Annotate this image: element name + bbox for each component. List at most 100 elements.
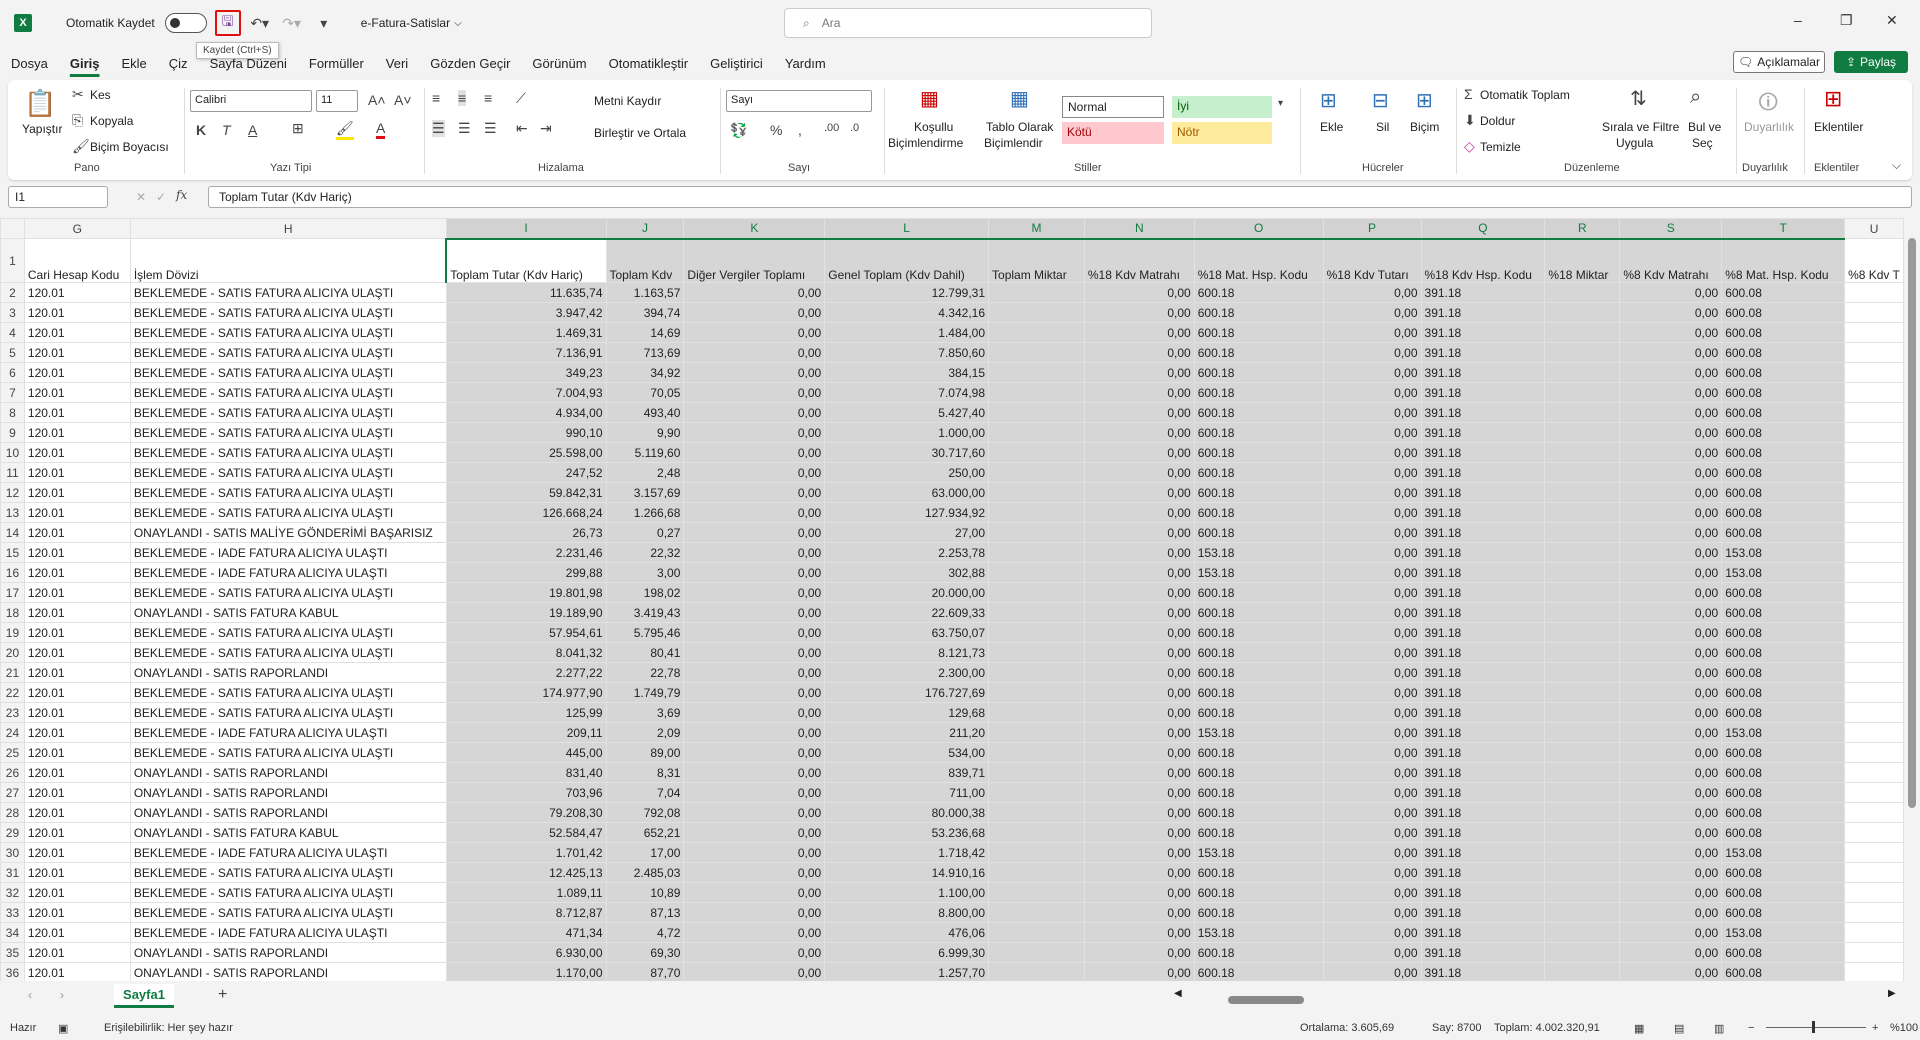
cell[interactable]: 391.18 bbox=[1420, 842, 1546, 863]
cell[interactable]: 0,00 bbox=[1083, 722, 1195, 743]
cell[interactable]: 0,00 bbox=[1083, 822, 1195, 843]
zoom-out-icon[interactable]: − bbox=[1748, 1022, 1754, 1034]
column-header[interactable]: O bbox=[1193, 218, 1324, 240]
cell[interactable]: 25.598,00 bbox=[445, 442, 607, 463]
cell[interactable] bbox=[1844, 382, 1904, 403]
cell[interactable]: 0,00 bbox=[1083, 502, 1195, 523]
cell[interactable]: 600.18 bbox=[1193, 942, 1324, 963]
cell[interactable]: 600.18 bbox=[1193, 362, 1324, 383]
cell[interactable]: 0,00 bbox=[683, 942, 826, 963]
format-as-table-label-2[interactable]: Biçimlendir bbox=[984, 136, 1043, 150]
cell[interactable] bbox=[1544, 602, 1621, 623]
cell[interactable] bbox=[1844, 862, 1904, 883]
cell[interactable]: 0,00 bbox=[1083, 582, 1195, 603]
insert-function-icon[interactable]: fx bbox=[176, 188, 187, 202]
cell[interactable]: 0,00 bbox=[683, 302, 826, 323]
cell[interactable]: 120.01 bbox=[23, 842, 131, 863]
cell[interactable]: 0,00 bbox=[1619, 602, 1723, 623]
cell[interactable]: 120.01 bbox=[23, 582, 131, 603]
cell[interactable]: 19.801,98 bbox=[445, 582, 607, 603]
cell[interactable]: 391.18 bbox=[1420, 442, 1546, 463]
header-cell[interactable]: Genel Toplam (Kdv Dahil) bbox=[824, 238, 990, 283]
cell[interactable]: BEKLEMEDE - SATIS FATURA ALICIYA ULAŞTI bbox=[129, 642, 447, 663]
cell[interactable]: 600.08 bbox=[1721, 862, 1846, 883]
cell[interactable]: ONAYLANDI - SATIS RAPORLANDI bbox=[129, 762, 447, 783]
column-header[interactable]: N bbox=[1083, 218, 1195, 240]
cell[interactable]: 0,00 bbox=[1083, 922, 1195, 943]
cell[interactable]: 831,40 bbox=[445, 762, 607, 783]
cell[interactable]: 990,10 bbox=[445, 422, 607, 443]
sort-filter-icon[interactable]: ⇅ bbox=[1630, 86, 1647, 111]
cell[interactable]: 600.18 bbox=[1193, 422, 1324, 443]
cell[interactable] bbox=[1844, 582, 1904, 603]
cell[interactable] bbox=[988, 462, 1085, 483]
header-cell[interactable]: Cari Hesap Kodu bbox=[23, 238, 131, 283]
row-header[interactable]: 2 bbox=[0, 282, 25, 303]
cell[interactable]: 120.01 bbox=[23, 962, 131, 981]
cell[interactable]: 1.469,31 bbox=[445, 322, 607, 343]
cell[interactable] bbox=[988, 282, 1085, 303]
cell[interactable]: 8.121,73 bbox=[824, 642, 990, 663]
cell[interactable]: 120.01 bbox=[23, 542, 131, 563]
cell[interactable]: 22,32 bbox=[605, 542, 685, 563]
cell[interactable]: 600.18 bbox=[1193, 462, 1324, 483]
cell[interactable]: 600.08 bbox=[1721, 402, 1846, 423]
delete-cells-icon[interactable]: ⊟ bbox=[1372, 88, 1389, 113]
cell[interactable]: 6.930,00 bbox=[445, 942, 607, 963]
sort-filter-label-2[interactable]: Uygula bbox=[1616, 136, 1653, 150]
cell[interactable] bbox=[1844, 322, 1904, 343]
cell[interactable]: 0,00 bbox=[1322, 442, 1422, 463]
cell[interactable] bbox=[1844, 722, 1904, 743]
cell[interactable]: BEKLEMEDE - SATIS FATURA ALICIYA ULAŞTI bbox=[129, 442, 447, 463]
undo-icon[interactable]: ↶▾ bbox=[247, 10, 273, 36]
cell[interactable]: 153.08 bbox=[1721, 722, 1846, 743]
tab-data[interactable]: Veri bbox=[375, 48, 419, 78]
cell[interactable]: BEKLEMEDE - IADE FATURA ALICIYA ULAŞTI bbox=[129, 722, 447, 743]
cell[interactable]: 120.01 bbox=[23, 662, 131, 683]
cell[interactable]: 0,00 bbox=[683, 602, 826, 623]
cell[interactable] bbox=[1844, 462, 1904, 483]
conditional-format-icon[interactable]: ▦ bbox=[920, 86, 939, 111]
cell[interactable] bbox=[1544, 582, 1621, 603]
cell[interactable]: BEKLEMEDE - SATIS FATURA ALICIYA ULAŞTI bbox=[129, 302, 447, 323]
cell[interactable]: 600.18 bbox=[1193, 642, 1324, 663]
cell[interactable]: 600.08 bbox=[1721, 622, 1846, 643]
cell[interactable] bbox=[988, 922, 1085, 943]
cell[interactable]: 0,00 bbox=[1322, 422, 1422, 443]
cell[interactable]: 12.425,13 bbox=[445, 862, 607, 883]
cell[interactable]: 391.18 bbox=[1420, 482, 1546, 503]
cell[interactable]: 34,92 bbox=[605, 362, 685, 383]
cell[interactable]: 120.01 bbox=[23, 702, 131, 723]
cell[interactable] bbox=[1844, 942, 1904, 963]
cell[interactable]: 52.584,47 bbox=[445, 822, 607, 843]
cell[interactable] bbox=[988, 522, 1085, 543]
formula-input[interactable]: Toplam Tutar (Kdv Hariç) bbox=[208, 186, 1912, 208]
cell[interactable]: 600.18 bbox=[1193, 622, 1324, 643]
cell[interactable]: 792,08 bbox=[605, 802, 685, 823]
header-cell[interactable]: Toplam Miktar bbox=[988, 238, 1085, 283]
row-header[interactable]: 23 bbox=[0, 702, 25, 723]
sheet-tab-sayfa1[interactable]: Sayfa1 bbox=[114, 984, 174, 1008]
cell[interactable] bbox=[1544, 422, 1621, 443]
cell[interactable]: 0,00 bbox=[1322, 362, 1422, 383]
decrease-decimal-icon[interactable]: .0 bbox=[850, 122, 859, 134]
cell[interactable]: 391.18 bbox=[1420, 722, 1546, 743]
cell[interactable]: BEKLEMEDE - SATIS FATURA ALICIYA ULAŞTI bbox=[129, 582, 447, 603]
cell[interactable] bbox=[1544, 342, 1621, 363]
cell[interactable] bbox=[1844, 422, 1904, 443]
cell[interactable]: 0,00 bbox=[1322, 902, 1422, 923]
cell[interactable]: 89,00 bbox=[605, 742, 685, 763]
insert-cells-button[interactable]: Ekle bbox=[1320, 120, 1343, 134]
cut-button[interactable]: Kes bbox=[90, 88, 111, 102]
cell[interactable]: 0,00 bbox=[1322, 502, 1422, 523]
cell[interactable]: 120.01 bbox=[23, 442, 131, 463]
cell[interactable]: 120.01 bbox=[23, 782, 131, 803]
cell[interactable]: 391.18 bbox=[1420, 642, 1546, 663]
cell[interactable] bbox=[1844, 622, 1904, 643]
column-header[interactable]: P bbox=[1322, 218, 1422, 240]
cell[interactable]: 0,00 bbox=[1083, 602, 1195, 623]
header-cell[interactable]: %8 Kdv T bbox=[1844, 238, 1904, 283]
cell[interactable]: 11.635,74 bbox=[445, 282, 607, 303]
align-middle-icon[interactable]: ≡ bbox=[458, 90, 467, 106]
cell[interactable]: 0,00 bbox=[683, 362, 826, 383]
